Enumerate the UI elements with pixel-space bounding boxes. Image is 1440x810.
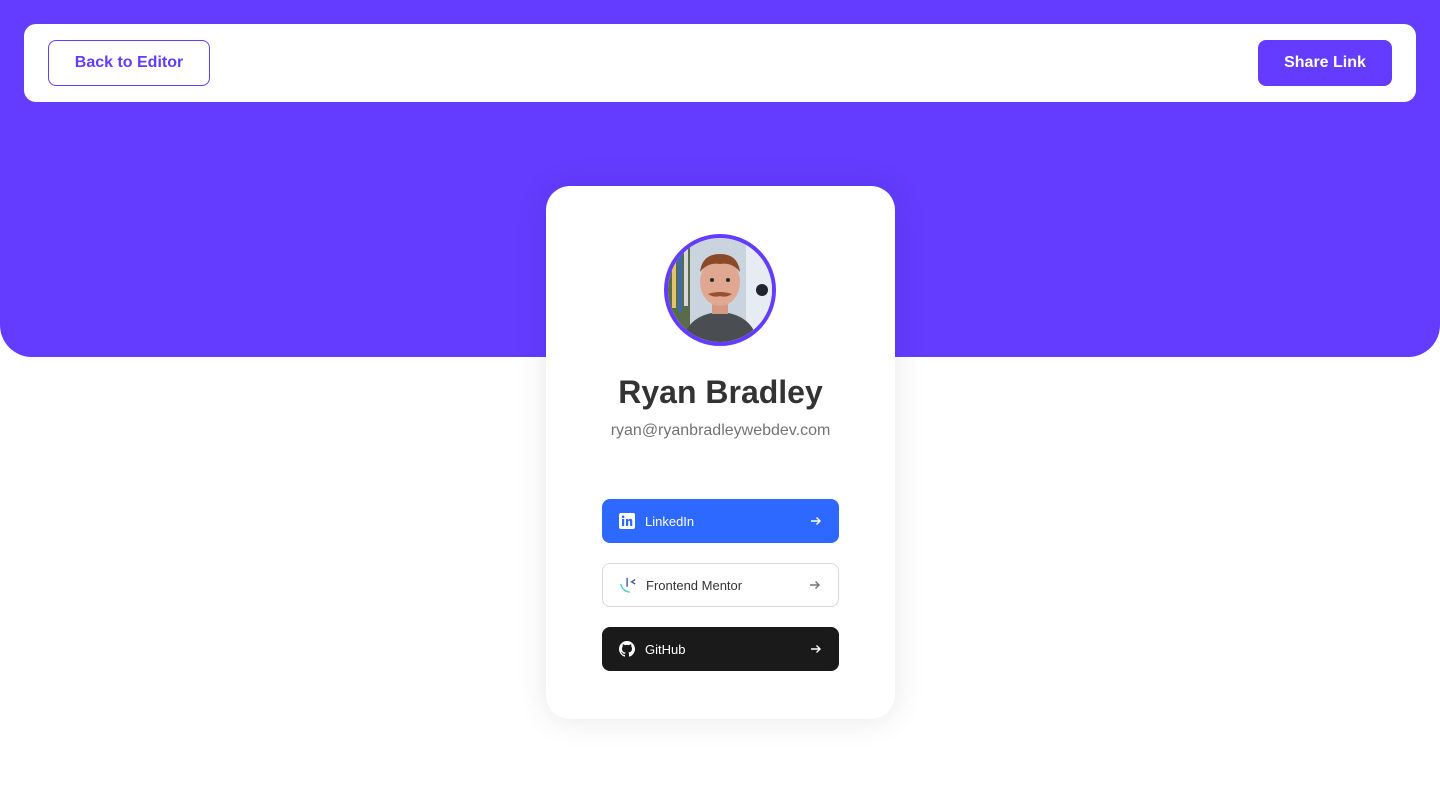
profile-email: ryan@ryanbradleywebdev.com <box>610 422 831 439</box>
github-icon <box>618 640 636 658</box>
linkedin-icon <box>618 512 636 530</box>
profile-name: Ryan Bradley <box>618 374 823 410</box>
share-link-button[interactable]: Share Link <box>1258 40 1392 86</box>
link-frontend-mentor[interactable]: Frontend Mentor <box>602 563 839 607</box>
link-label: LinkedIn <box>645 513 695 529</box>
links-list: LinkedIn Frontend Mentor GitHub <box>602 499 839 691</box>
arrow-right-icon <box>809 642 823 656</box>
link-linkedin[interactable]: LinkedIn <box>602 499 839 543</box>
profile-card: Ryan Bradley ryan@ryanbradleywebdev.com … <box>546 186 895 719</box>
top-navigation-bar: Back to Editor Share Link <box>24 24 1416 102</box>
frontend-mentor-icon <box>619 576 637 594</box>
avatar <box>664 234 776 346</box>
link-label: Frontend Mentor <box>646 577 743 593</box>
link-github[interactable]: GitHub <box>602 627 839 671</box>
arrow-right-icon <box>808 578 822 592</box>
arrow-right-icon <box>809 514 823 528</box>
back-to-editor-button[interactable]: Back to Editor <box>48 40 210 86</box>
link-label: GitHub <box>645 641 686 657</box>
